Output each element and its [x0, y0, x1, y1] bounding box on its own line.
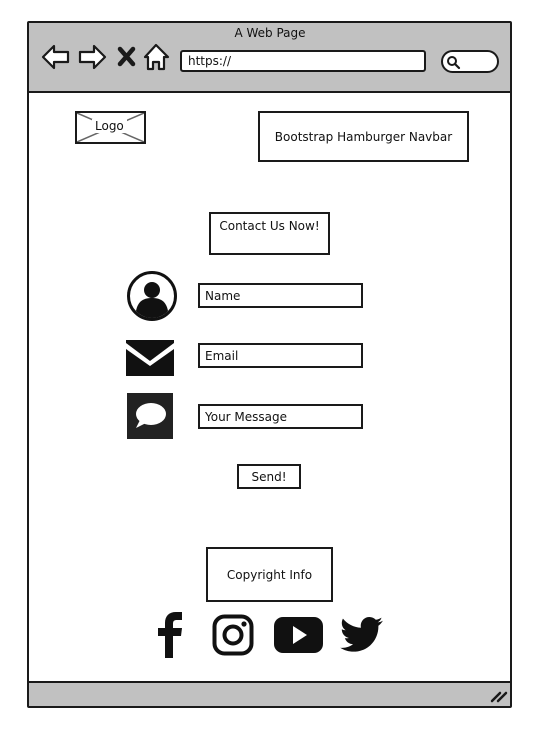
window-title: A Web Page — [234, 26, 306, 40]
name-field[interactable]: Name — [198, 283, 363, 308]
facebook-icon[interactable] — [155, 612, 185, 658]
speech-bubble-icon — [127, 393, 173, 439]
search-field[interactable] — [441, 50, 499, 73]
logo-label: Logo — [92, 119, 127, 133]
search-icon — [447, 56, 461, 70]
send-button[interactable]: Send! — [237, 464, 301, 489]
back-arrow-icon[interactable] — [41, 42, 71, 72]
address-bar[interactable]: https:// — [180, 50, 426, 72]
status-bar — [29, 681, 510, 706]
hamburger-navbar[interactable]: Bootstrap Hamburger Navbar — [258, 111, 469, 162]
envelope-icon — [125, 339, 175, 377]
instagram-icon[interactable] — [212, 614, 254, 656]
resize-grip-icon[interactable] — [490, 688, 508, 707]
contact-heading: Contact Us Now! — [209, 212, 330, 255]
message-field[interactable]: Your Message — [198, 404, 363, 429]
home-icon[interactable] — [142, 42, 172, 72]
forward-arrow-icon[interactable] — [77, 42, 107, 72]
stop-x-icon[interactable] — [113, 42, 141, 72]
user-icon — [127, 271, 177, 321]
twitter-icon[interactable] — [340, 617, 383, 653]
copyright-info: Copyright Info — [206, 547, 333, 602]
youtube-icon[interactable] — [274, 617, 323, 653]
logo[interactable]: Logo — [75, 111, 146, 144]
email-field[interactable]: Email — [198, 343, 363, 368]
